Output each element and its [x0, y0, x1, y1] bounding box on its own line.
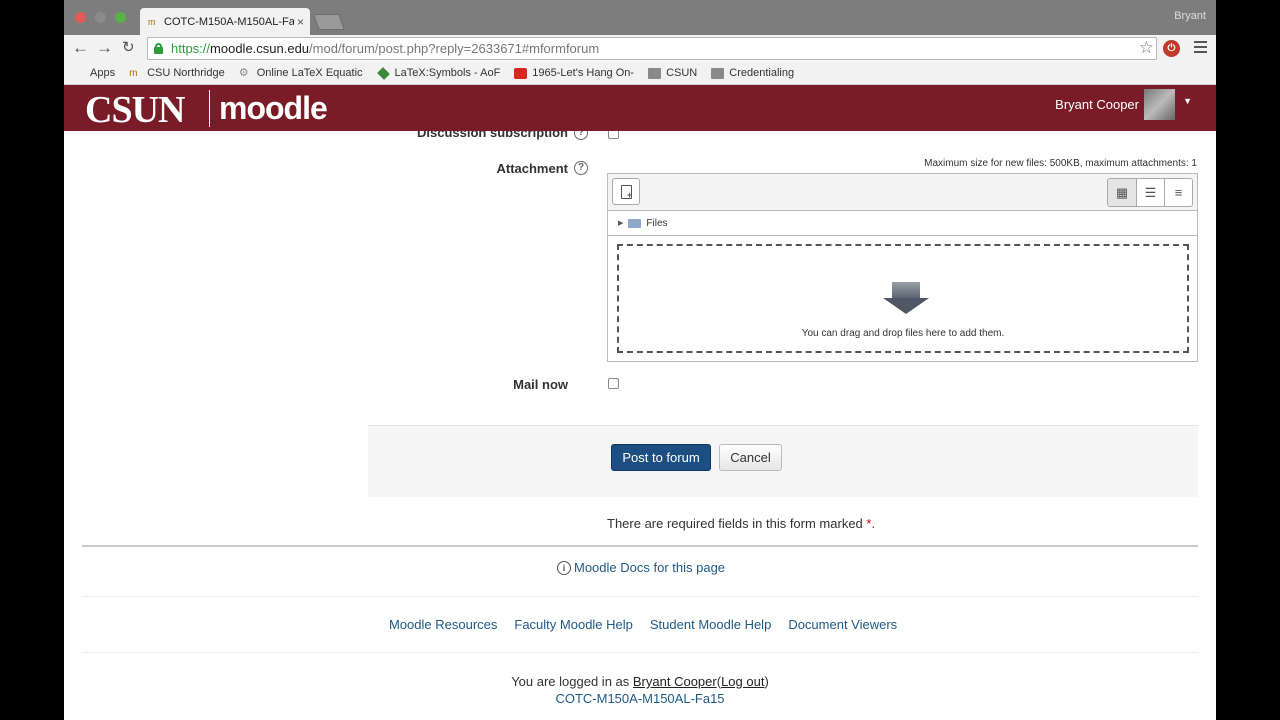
menu-icon[interactable]	[1194, 41, 1207, 56]
profile-link[interactable]: Bryant Cooper	[633, 674, 717, 689]
file-dropzone[interactable]: You can drag and drop files here to add …	[617, 244, 1189, 353]
discussion-subscription-checkbox[interactable]	[608, 131, 619, 139]
footer-divider	[82, 652, 1198, 653]
bookmark-label: CSU Northridge	[147, 67, 225, 79]
moodle-logo[interactable]: moodle	[219, 90, 328, 127]
zoom-window-button[interactable]	[115, 12, 126, 23]
page-content: Discussion subscription ? Attachment ? M…	[64, 131, 1216, 720]
required-fields-note: There are required fields in this form m…	[607, 516, 876, 531]
footer-link-faculty-help[interactable]: Faculty Moodle Help	[514, 617, 633, 632]
youtube-icon	[514, 67, 528, 79]
course-link[interactable]: COTC-M150A-M150AL-Fa15	[555, 691, 724, 706]
add-file-button[interactable]: +	[612, 178, 640, 205]
tab-strip: m COTC-M150A-M150AL-Fa15 × Bryant	[64, 0, 1216, 35]
bookmark-folder-csun[interactable]: CSUN	[648, 67, 697, 79]
footer-link-student-help[interactable]: Student Moodle Help	[650, 617, 771, 632]
footer-divider	[82, 596, 1198, 597]
bookmark-label: CSUN	[666, 67, 698, 79]
expand-triangle-icon[interactable]: ▶	[618, 219, 623, 227]
bookmark-label: 1965-Let's Hang On-	[532, 67, 635, 79]
help-icon[interactable]: ?	[574, 161, 588, 175]
browser-window: m COTC-M150A-M150AL-Fa15 × Bryant ← → ↻ …	[64, 0, 1216, 720]
lock-icon	[154, 43, 163, 54]
avatar[interactable]	[1144, 89, 1175, 120]
reload-icon[interactable]: ↻	[122, 39, 135, 57]
chevron-down-icon[interactable]: ▼	[1183, 96, 1192, 106]
download-arrow-icon	[883, 282, 929, 320]
bookmark-youtube[interactable]: 1965-Let's Hang On-	[514, 67, 634, 79]
footer-link-document-viewers[interactable]: Document Viewers	[788, 617, 897, 632]
address-bar[interactable]: https://moodle.csun.edu/mod/forum/post.p…	[147, 37, 1157, 60]
file-manager: + ▦ ☰ ≡ ▶ Files You can drag and drop fi…	[607, 173, 1198, 362]
view-toggle-group: ▦ ☰ ≡	[1107, 178, 1193, 207]
bookmark-label: Apps	[90, 67, 116, 79]
back-arrow-icon[interactable]: ←	[72, 39, 89, 57]
logout-link[interactable]: Log out	[721, 674, 764, 689]
logo-divider	[209, 90, 210, 127]
bookmarks-bar: Apps m CSU Northridge ⚙ Online LaTeX Equ…	[64, 62, 1216, 85]
minimize-window-button[interactable]	[95, 12, 106, 23]
bookmark-apps[interactable]: Apps	[72, 67, 115, 79]
mail-now-checkbox[interactable]	[608, 378, 619, 389]
footer-link-moodle-resources[interactable]: Moodle Resources	[389, 617, 497, 632]
close-tab-icon[interactable]: ×	[297, 15, 304, 29]
info-icon: i	[557, 560, 571, 575]
url-scheme: https://	[171, 41, 211, 56]
browser-tab[interactable]: m COTC-M150A-M150AL-Fa15 ×	[140, 8, 310, 35]
files-label: Files	[646, 217, 668, 229]
discussion-subscription-label: Discussion subscription	[417, 131, 568, 140]
tab-title: COTC-M150A-M150AL-Fa15	[164, 15, 294, 28]
url-path: /mod/forum/post.php?reply=2633671#mformf…	[309, 41, 600, 56]
moodle-favicon-icon: m	[129, 67, 138, 79]
mail-now-label: Mail now	[513, 377, 568, 392]
browser-toolbar: ← → ↻ https://moodle.csun.edu/mod/forum/…	[64, 35, 1216, 62]
file-manager-toolbar: + ▦ ☰ ≡	[608, 174, 1197, 211]
bookmark-latex-symbols[interactable]: LaTeX:Symbols - AoF	[376, 66, 501, 80]
extension-icon[interactable]: ⏻	[1163, 40, 1180, 57]
form-button-bar: Post to forum Cancel	[368, 425, 1198, 497]
max-size-note: Maximum size for new files: 500KB, maxim…	[924, 158, 1197, 169]
bookmark-label: LaTeX:Symbols - AoF	[394, 67, 501, 79]
icon-view-icon[interactable]: ▦	[1108, 179, 1136, 206]
url-host: moodle.csun.edu	[210, 41, 310, 56]
list-view-icon[interactable]: ☰	[1136, 179, 1164, 206]
dropzone-text: You can drag and drop files here to add …	[801, 328, 1005, 339]
footer-divider	[82, 545, 1198, 547]
tree-view-icon[interactable]: ≡	[1164, 179, 1192, 206]
moodle-docs-link[interactable]: i Moodle Docs for this page	[557, 560, 725, 575]
login-info: You are logged in as Bryant Cooper(Log o…	[511, 674, 769, 706]
site-header: CSUN moodle Bryant Cooper ▼	[64, 85, 1216, 131]
profile-button[interactable]: Bryant	[1174, 10, 1206, 22]
cube-icon	[376, 66, 390, 80]
forward-arrow-icon[interactable]: →	[96, 39, 113, 57]
bookmark-label: Credentialing	[729, 67, 795, 79]
folder-icon	[711, 67, 725, 79]
bookmark-star-icon[interactable]: ☆	[1139, 38, 1154, 58]
user-menu-name[interactable]: Bryant Cooper	[1055, 97, 1139, 112]
cancel-button[interactable]: Cancel	[719, 444, 782, 471]
bookmark-online-latex[interactable]: ⚙ Online LaTeX Equatic	[239, 67, 363, 79]
csun-logo[interactable]: CSUN	[85, 88, 185, 132]
bookmark-csu-northridge[interactable]: m CSU Northridge	[129, 67, 225, 79]
folder-icon	[628, 218, 642, 228]
footer-links: Moodle Resources Faculty Moodle Help Stu…	[389, 617, 914, 632]
bookmark-folder-credentialing[interactable]: Credentialing	[711, 67, 794, 79]
new-tab-button[interactable]	[313, 14, 345, 30]
bookmark-label: Online LaTeX Equatic	[256, 67, 363, 79]
help-icon[interactable]: ?	[574, 131, 588, 140]
apps-grid-icon	[72, 68, 85, 79]
close-window-button[interactable]	[75, 12, 86, 23]
folder-icon	[648, 67, 662, 79]
gear-icon: ⚙	[238, 66, 249, 79]
attachment-label: Attachment	[496, 161, 568, 176]
moodle-favicon-icon: m	[148, 16, 156, 27]
post-to-forum-button[interactable]: Post to forum	[611, 444, 711, 471]
file-path-bar[interactable]: ▶ Files	[608, 211, 1197, 236]
